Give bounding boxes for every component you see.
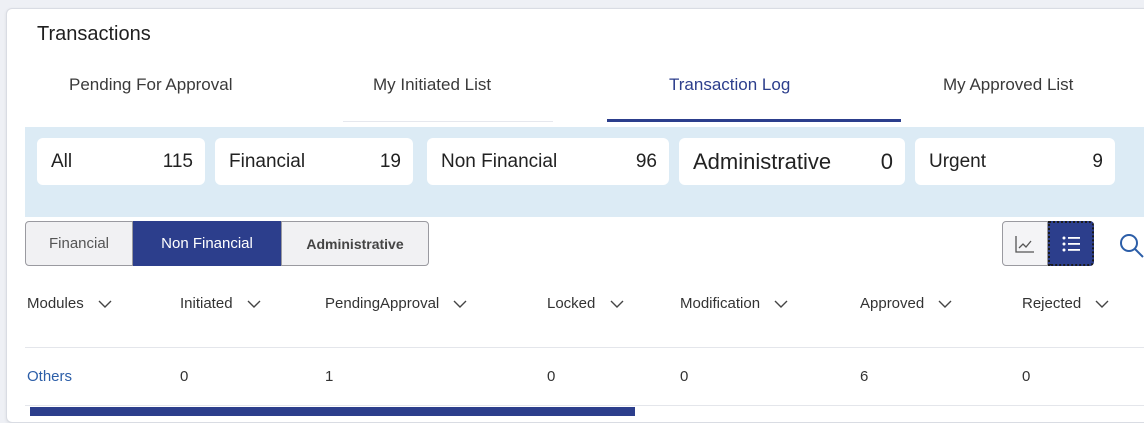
column-header-modification[interactable]: Modification	[680, 295, 788, 312]
pending-approval-cell: 1	[325, 368, 334, 385]
chevron-down-icon	[1095, 300, 1109, 309]
line-chart-icon	[1015, 235, 1034, 253]
approved-cell: 6	[860, 368, 869, 385]
column-header-locked[interactable]: Locked	[547, 295, 624, 312]
column-header-label: Approved	[860, 295, 925, 312]
summary-chip-count: 115	[162, 151, 193, 172]
transactions-card: Transactions Pending For Approval My Ini…	[6, 8, 1144, 423]
column-header-label: PendingApproval	[325, 295, 440, 312]
column-header-label: Modification	[680, 295, 761, 312]
table-row-divider	[25, 405, 1144, 406]
view-toggle	[1002, 221, 1094, 266]
chevron-down-icon	[774, 300, 788, 309]
summary-chip-count: 19	[379, 151, 401, 172]
summary-chip-count: 9	[1092, 151, 1103, 172]
chevron-down-icon	[453, 300, 467, 309]
column-header-label: Locked	[547, 295, 596, 312]
tab-bar: Pending For Approval My Initiated List T…	[7, 67, 1144, 123]
chevron-down-icon	[610, 300, 624, 309]
rejected-cell: 0	[1022, 368, 1031, 385]
summary-chip-label: Non Financial	[441, 151, 558, 172]
modification-cell: 0	[680, 368, 689, 385]
chevron-down-icon	[938, 300, 952, 309]
column-header-pendingapproval[interactable]: PendingApproval	[325, 295, 467, 312]
summary-chip-count: 96	[635, 151, 657, 172]
summary-chip-financial[interactable]: Financial 19	[215, 138, 413, 185]
initiated-cell: 0	[180, 368, 189, 385]
tab-pending-for-approval[interactable]: Pending For Approval	[69, 75, 233, 123]
table-header-divider	[25, 347, 1144, 348]
page-title: Transactions	[37, 23, 151, 45]
list-icon	[1062, 236, 1080, 251]
tab-transaction-log[interactable]: Transaction Log	[669, 75, 790, 123]
search-icon[interactable]	[1117, 231, 1144, 261]
summary-chip-count: 0	[880, 149, 893, 174]
summary-chip-label: Administrative	[693, 149, 832, 174]
horizontal-scrollbar[interactable]	[30, 407, 635, 416]
module-link[interactable]: Others	[27, 368, 72, 385]
chevron-down-icon	[98, 300, 112, 309]
column-header-initiated[interactable]: Initiated	[180, 295, 261, 312]
transaction-type-segmented-control: Financial Non Financial Administrative	[25, 221, 429, 266]
active-tab-indicator	[607, 119, 901, 122]
column-header-approved[interactable]: Approved	[860, 295, 952, 312]
summary-chip-administrative[interactable]: Administrative 0	[679, 138, 905, 185]
summary-chip-urgent[interactable]: Urgent 9	[915, 138, 1115, 185]
column-header-label: Initiated	[180, 295, 233, 312]
summary-chip-label: All	[51, 151, 73, 172]
summary-chip-all[interactable]: All 115	[37, 138, 205, 185]
segment-administrative[interactable]: Administrative	[281, 221, 429, 266]
chart-view-button[interactable]	[1002, 221, 1048, 266]
summary-chip-label: Urgent	[929, 151, 987, 172]
tab-my-initiated-list[interactable]: My Initiated List	[373, 75, 491, 123]
locked-cell: 0	[547, 368, 556, 385]
tab-my-approved-list[interactable]: My Approved List	[943, 75, 1073, 123]
summary-bar: All 115 Financial 19 Non Financial 96 Ad…	[25, 127, 1144, 217]
summary-chip-non-financial[interactable]: Non Financial 96	[427, 138, 669, 185]
column-header-modules[interactable]: Modules	[27, 295, 112, 312]
column-header-label: Modules	[27, 295, 84, 312]
segment-non-financial[interactable]: Non Financial	[133, 221, 281, 266]
column-header-label: Rejected	[1022, 295, 1082, 312]
column-header-rejected[interactable]: Rejected	[1022, 295, 1109, 312]
segment-financial[interactable]: Financial	[25, 221, 133, 266]
tab-divider	[343, 121, 553, 122]
chevron-down-icon	[247, 300, 261, 309]
list-view-button[interactable]	[1048, 221, 1094, 266]
summary-chip-label: Financial	[229, 151, 306, 172]
